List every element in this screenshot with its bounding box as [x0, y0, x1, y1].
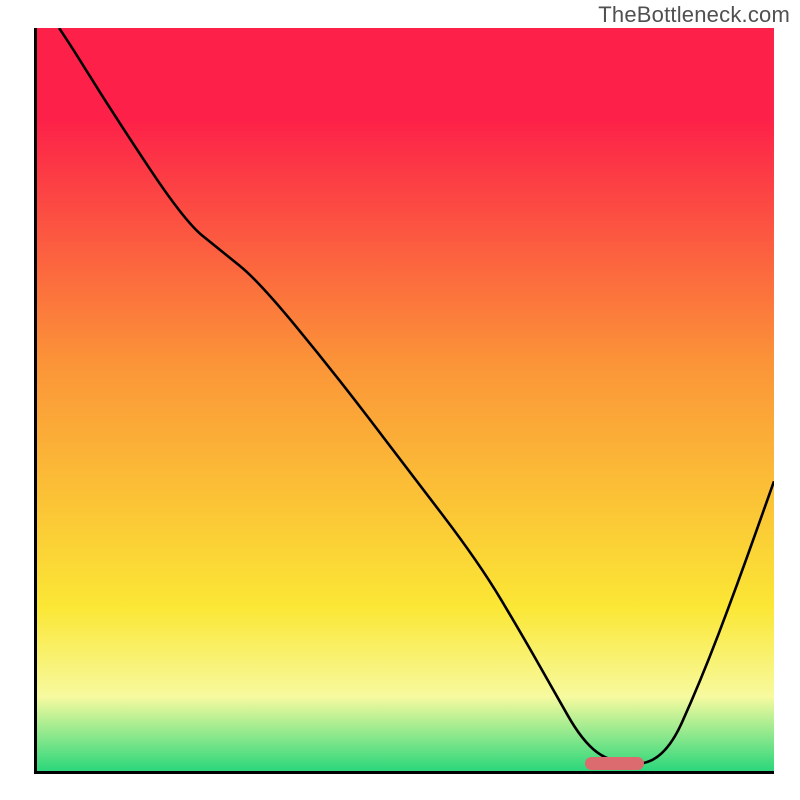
chart-container: TheBottleneck.com	[0, 0, 800, 800]
optimum-marker	[585, 757, 644, 770]
bottleneck-curve	[37, 28, 774, 771]
plot-area	[34, 28, 774, 774]
watermark-text: TheBottleneck.com	[598, 2, 790, 28]
